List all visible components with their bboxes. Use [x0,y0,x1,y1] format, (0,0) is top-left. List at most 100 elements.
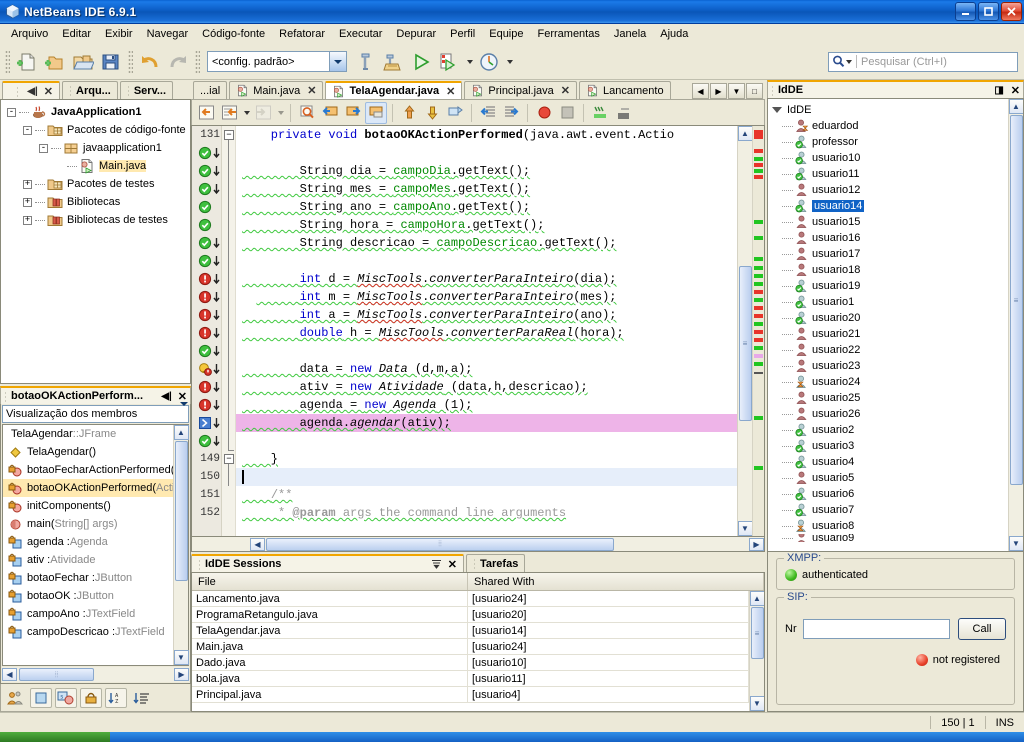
user-item[interactable]: usuario2 [770,422,1008,438]
menu-editar[interactable]: Editar [55,26,98,42]
code-text-area[interactable]: private void botaoOKActionPerformed(java… [236,126,737,536]
toolbar-grip-3[interactable] [195,49,200,74]
toolbar-grip[interactable] [5,49,10,74]
new-file-icon[interactable] [13,48,41,76]
sort-alphabetically-icon[interactable]: AZ [105,687,127,708]
user-item[interactable]: usuario19 [770,278,1008,294]
error-mark[interactable] [754,163,763,167]
profile-dropdown-icon[interactable] [503,48,515,76]
toggle-bookmark-icon[interactable] [365,101,387,124]
tab-editor-telaagendar-java[interactable]: TelaAgendar.java ✕ [325,81,463,99]
warning-mark[interactable] [754,274,763,278]
fold-collapse-icon-2[interactable]: − [224,454,234,464]
expander-icon[interactable]: + [23,197,32,207]
user-item[interactable]: usuario9 [770,534,1008,542]
table-row[interactable]: Lancamento.java [usuario24] [192,591,749,607]
scroll-down-button[interactable]: ▼ [173,650,189,665]
expander-icon[interactable]: - [39,143,48,153]
warning-mark[interactable] [754,298,763,302]
error-mark[interactable] [754,314,763,318]
forward-icon[interactable] [252,102,274,124]
show-inherited-members-icon[interactable] [5,688,27,708]
table-row[interactable]: Principal.java [usuario4] [192,687,749,703]
member-item[interactable]: campoDescricao : JTextField [3,623,173,641]
user-item-selected[interactable]: usuario14 [770,198,1008,214]
user-item[interactable]: usuario6 [770,486,1008,502]
next-bookmark-icon[interactable] [342,102,364,124]
tree-node-source-packages[interactable]: - Pacotes de código-fonte [3,121,188,139]
close-icon[interactable]: ✕ [44,85,53,98]
warning-mark[interactable] [754,266,763,270]
menu-refatorar[interactable]: Refatorar [272,26,332,42]
menu-perfil[interactable]: Perfil [443,26,482,42]
member-item-selected[interactable]: botaoOKActionPerformed(Acti [3,479,173,497]
scroll-left-button[interactable]: ◀ [2,668,17,681]
user-item[interactable]: usuario18 [770,262,1008,278]
scroll-down-button[interactable]: ▼ [737,521,753,536]
error-stripe[interactable] [752,126,764,536]
project-config-combo[interactable]: <config. padrão> [207,51,347,72]
tree-node-libraries[interactable]: + Bibliotecas [3,193,188,211]
user-item[interactable]: usuario1 [770,294,1008,310]
member-item[interactable]: initComponents() [3,497,173,515]
filter-icon[interactable] [431,559,442,570]
warning-mark[interactable] [754,346,763,350]
member-item[interactable]: botaoFechar : JButton [3,569,173,587]
warning-mark[interactable] [754,362,763,366]
scroll-thumb[interactable]: ≡ [738,266,752,421]
shift-left-icon[interactable] [477,102,499,124]
comment-icon[interactable] [589,102,611,124]
sort-by-source-icon[interactable] [130,688,152,708]
user-item[interactable]: usuario23 [770,358,1008,374]
menu-codigo-fonte[interactable]: Código-fonte [195,26,272,42]
members-vscrollbar[interactable]: ▲ ▼ [173,425,189,665]
open-project-icon[interactable] [69,48,97,76]
tab-tarefas[interactable]: Tarefas [466,554,526,572]
code-folding-column[interactable]: − − [222,126,236,536]
user-item[interactable]: usuario17 [770,246,1008,262]
close-icon[interactable]: ✕ [307,84,316,97]
expander-icon[interactable]: + [23,215,32,225]
warning-mark[interactable] [754,220,763,224]
table-row[interactable]: bola.java [usuario11] [192,671,749,687]
menu-ferramentas[interactable]: Ferramentas [531,26,607,42]
user-item[interactable]: usuario20 [770,310,1008,326]
table-row[interactable]: TelaAgendar.java [usuario14] [192,623,749,639]
member-item[interactable]: agenda : Agenda [3,533,173,551]
tree-node-javaapplication1-package[interactable]: - javaapplication1 [3,139,188,157]
table-row[interactable]: Dado.java [usuario10] [192,655,749,671]
tree-node-javaapplication1[interactable]: - JavaApplication1 [3,103,188,121]
user-item[interactable]: usuario3 [770,438,1008,454]
tab-files[interactable]: Arqu... [62,81,118,99]
hscroll-thumb[interactable]: ⦙⦙ [266,537,614,551]
user-item[interactable]: usuario21 [770,326,1008,342]
close-icon[interactable]: ✕ [561,84,570,97]
user-item[interactable]: usuario25 [770,390,1008,406]
tree-node-test-packages[interactable]: + Pacotes de testes [3,175,188,193]
user-item[interactable]: usuario12 [770,182,1008,198]
user-item[interactable]: usuario26 [770,406,1008,422]
hscroll-thumb[interactable]: ⦙⦙ [19,668,94,681]
tab-editor-main-java[interactable]: Main.java ✕ [229,81,324,99]
tab-list-button[interactable]: ▼ [728,83,745,99]
close-icon[interactable]: ✕ [446,85,455,98]
user-item[interactable]: usuario11 [770,166,1008,182]
member-item[interactable]: TelaAgendar() [3,443,173,461]
warning-mark[interactable] [754,157,763,161]
user-item[interactable]: professor [770,134,1008,150]
warning-mark[interactable] [754,257,763,261]
tree-node-test-libraries[interactable]: + Bibliotecas de testes [3,211,188,229]
debug-dropdown-icon[interactable] [463,48,475,76]
shift-right-icon[interactable] [500,102,522,124]
scroll-down-button[interactable]: ▼ [1008,536,1023,551]
scroll-right-button[interactable]: ▶ [749,537,764,551]
member-item[interactable]: botaoOK : JButton [3,587,173,605]
scroll-thumb[interactable]: ≡ [1009,115,1023,485]
member-view-combo[interactable]: Visualização dos membros [2,402,189,423]
tab-editor-lancamento[interactable]: Lancamento [579,81,671,99]
menu-arquivo[interactable]: Arquivo [4,26,55,42]
expander-icon[interactable]: - [23,125,32,135]
close-icon[interactable]: ✕ [178,390,187,403]
warning-mark[interactable] [754,322,763,326]
last-edit-icon[interactable] [195,102,217,124]
